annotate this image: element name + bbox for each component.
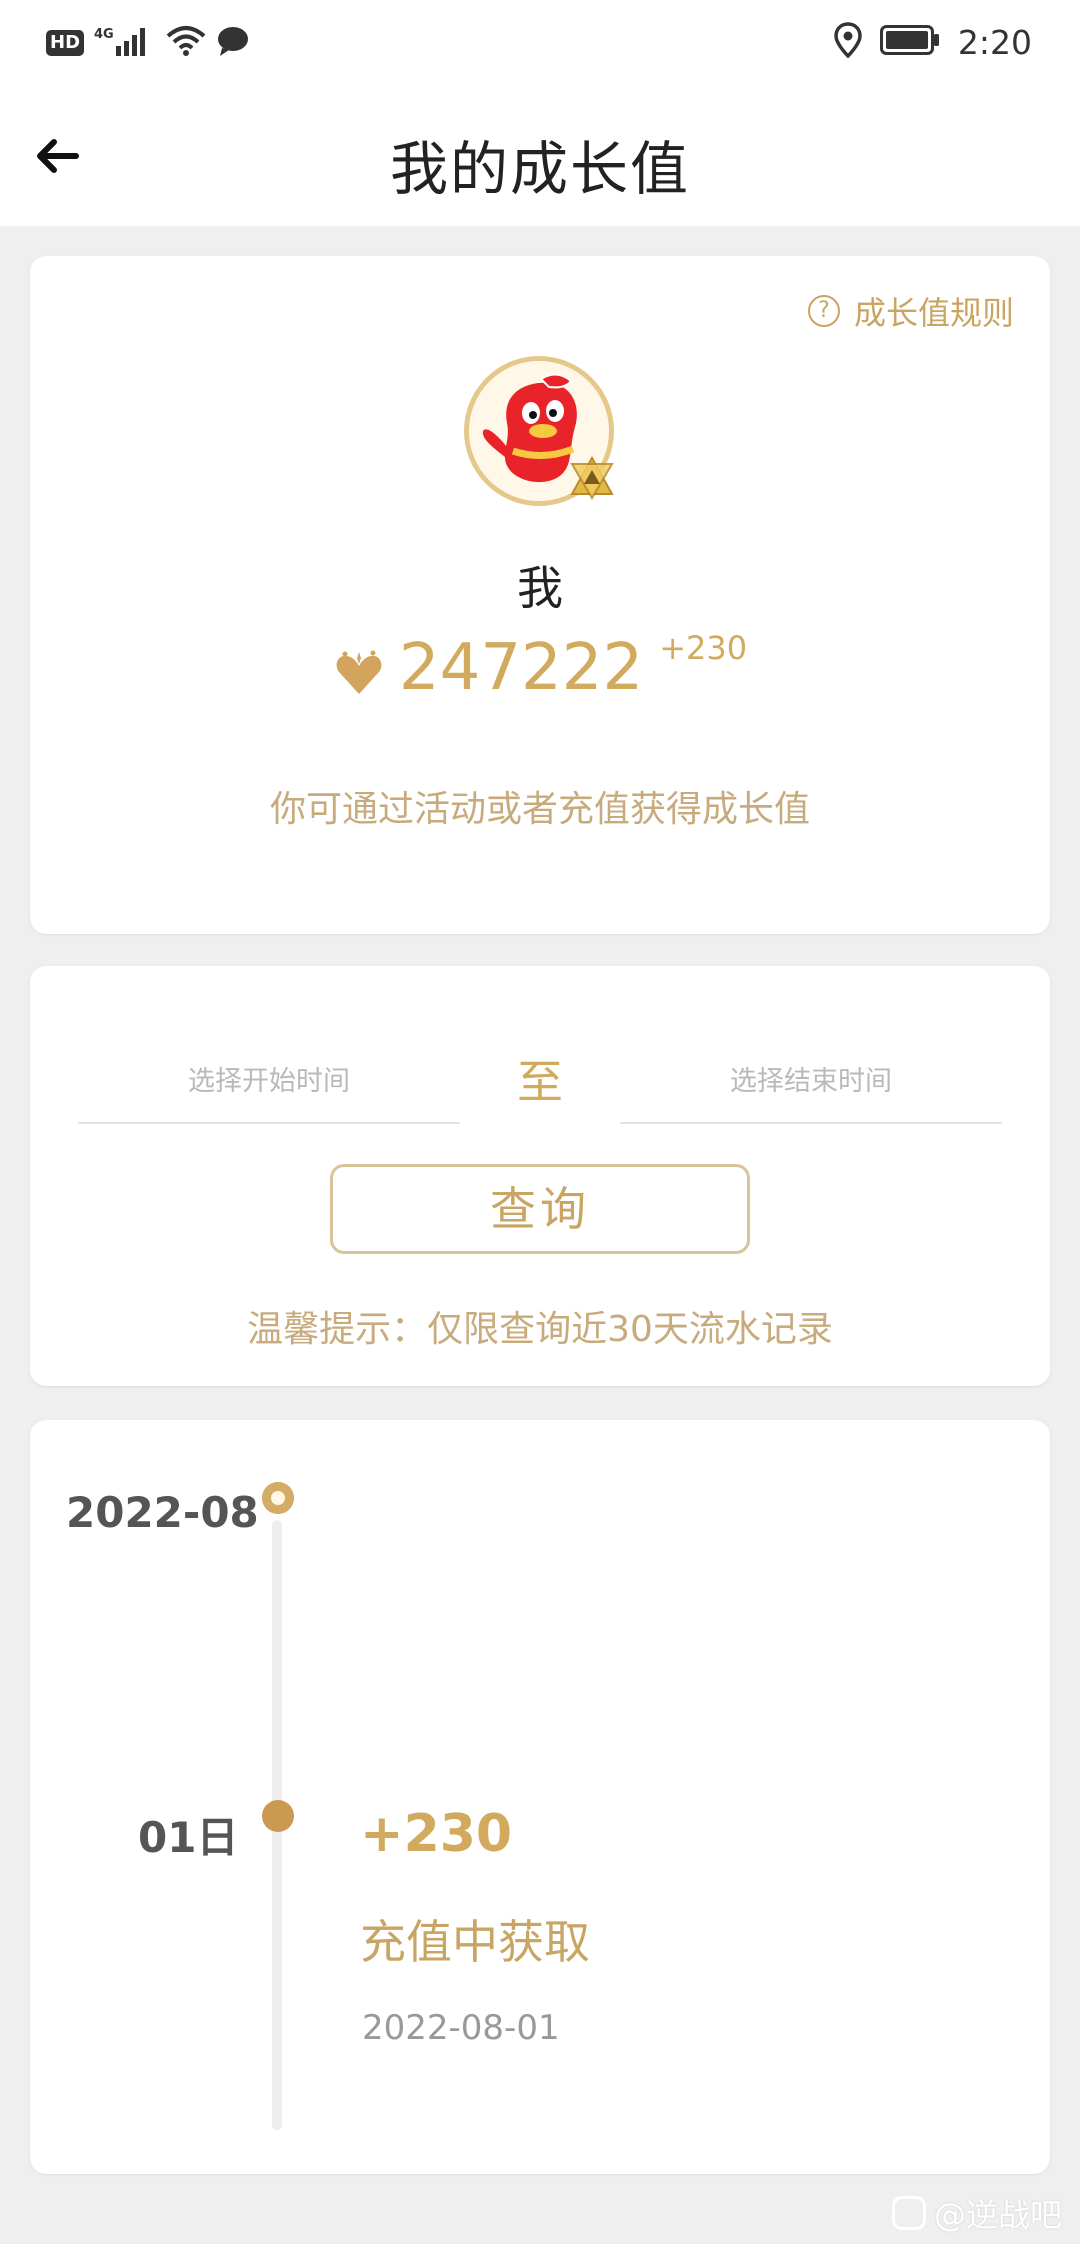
message-icon <box>216 24 250 62</box>
status-bar-left: HD 4G <box>46 24 250 62</box>
location-icon <box>834 22 862 62</box>
username: 我 <box>517 561 563 615</box>
growth-heart-icon <box>336 650 382 694</box>
to-label: 至 <box>517 1055 563 1109</box>
level-badge-icon <box>570 456 614 500</box>
record-date: 2022-08-01 <box>362 2008 560 2048</box>
query-button[interactable]: 查询 <box>330 1164 750 1254</box>
battery-icon <box>879 25 940 59</box>
query-tip: 温馨提示：仅限查询近30天流水记录 <box>247 1309 833 1350</box>
title-bar: 我的成长值 <box>0 86 1080 226</box>
start-date-field[interactable]: 选择开始时间 <box>78 1042 460 1124</box>
wifi-icon <box>166 24 206 62</box>
growth-rules-link[interactable]: ? 成长值规则 <box>807 288 1014 334</box>
growth-value: 247222 <box>398 631 644 705</box>
query-card: 选择开始时间 至 选择结束时间 查询 温馨提示：仅限查询近30天流水记录 <box>30 966 1050 1386</box>
hd-badge: HD <box>46 30 85 56</box>
svg-text:4G: 4G <box>94 27 114 42</box>
month-dot <box>262 1482 294 1514</box>
growth-value-row: 247222 +230 <box>30 628 1050 708</box>
growth-summary-card: ? 成长值规则 我 247222 +230 你可通过活动或者充值获得成长值 <box>30 256 1050 934</box>
end-date-field[interactable]: 选择结束时间 <box>620 1042 1002 1124</box>
watermark-logo-icon <box>891 2196 926 2230</box>
status-bar-right: 2:20 <box>834 22 1032 62</box>
status-bar: HD 4G 2:20 <box>0 0 1080 86</box>
watermark-text: @逆战吧 <box>933 2196 1062 2234</box>
page-title: 我的成长值 <box>389 135 690 203</box>
growth-rules-label: 成长值规则 <box>853 294 1014 332</box>
timeline-card: 2022-08 01日 +230 充值中获取 2022-08-01 <box>30 1420 1050 2174</box>
timeline-month: 2022-08 <box>66 1488 259 1537</box>
record-dot <box>262 1800 294 1832</box>
question-icon: ? <box>807 295 840 327</box>
record-amount: +230 <box>360 1804 513 1864</box>
growth-delta: +230 <box>659 629 748 667</box>
record-day: 01日 <box>138 1813 239 1862</box>
status-time: 2:20 <box>957 22 1032 62</box>
record-source: 充值中获取 <box>360 1915 590 1969</box>
watermark: @逆战吧 <box>891 2190 1062 2236</box>
signal-icon: 4G <box>94 24 156 62</box>
growth-hint: 你可通过活动或者充值获得成长值 <box>269 789 810 830</box>
